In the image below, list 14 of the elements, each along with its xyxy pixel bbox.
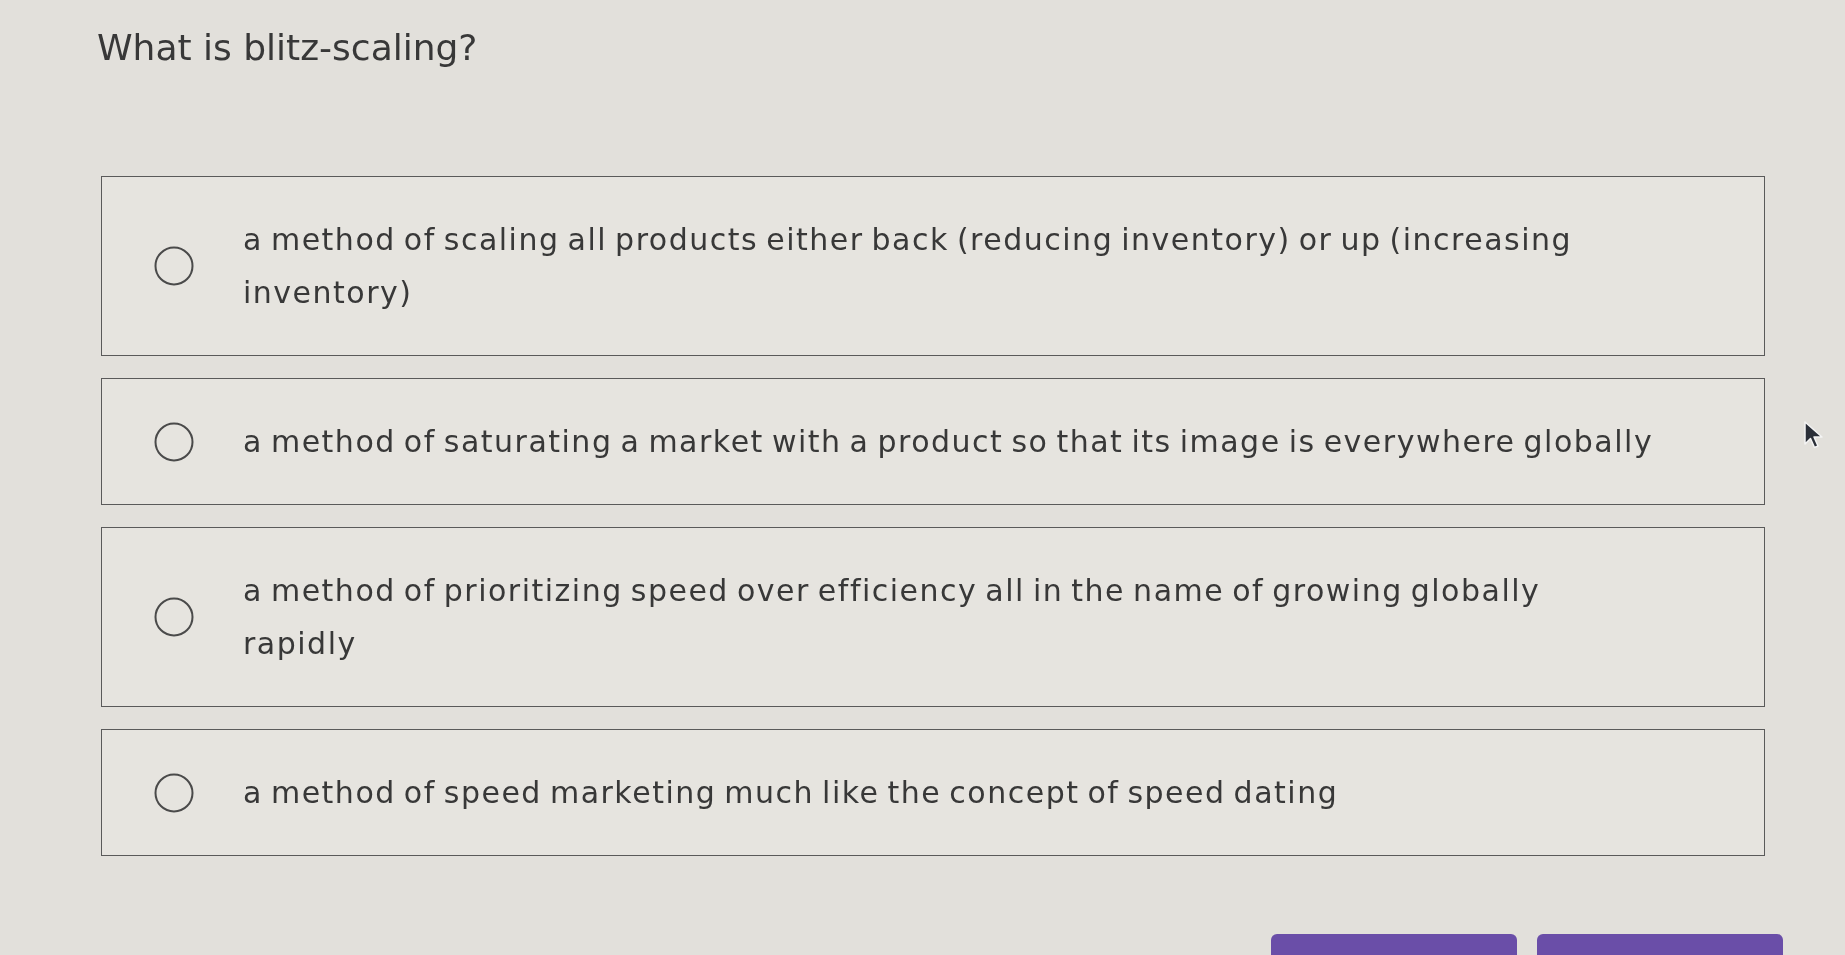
option-text: a method of scaling all products either back (reducing inventory) or up (increasing inventory) [243,221,1574,312]
option-text: a method of speed marketing much like the concept of speed dating [243,774,1340,812]
option-text: a method of prioritizing speed over efficiency all in the name of growing globally rapidly [243,572,1542,663]
radio-button[interactable] [154,246,194,286]
cursor-icon [1803,420,1825,450]
answer-option[interactable]: a method of speed marketing much like the concept of speed dating [101,729,1765,856]
answer-option[interactable]: a method of saturating a market with a product so that its image is everywhere globally [101,378,1765,505]
radio-button[interactable] [154,597,194,637]
answer-option[interactable]: a method of scaling all products either back (reducing inventory) or up (increasing inventory) [101,176,1765,356]
radio-button[interactable] [154,421,194,462]
question-title: What is blitz-scaling? [97,26,478,70]
option-text: a method of saturating a market with a product so that its image is everywhere globally [243,423,1655,461]
answer-option[interactable]: a method of prioritizing speed over efficiency all in the name of growing globally rapidly [101,527,1765,707]
radio-button[interactable] [154,772,194,813]
